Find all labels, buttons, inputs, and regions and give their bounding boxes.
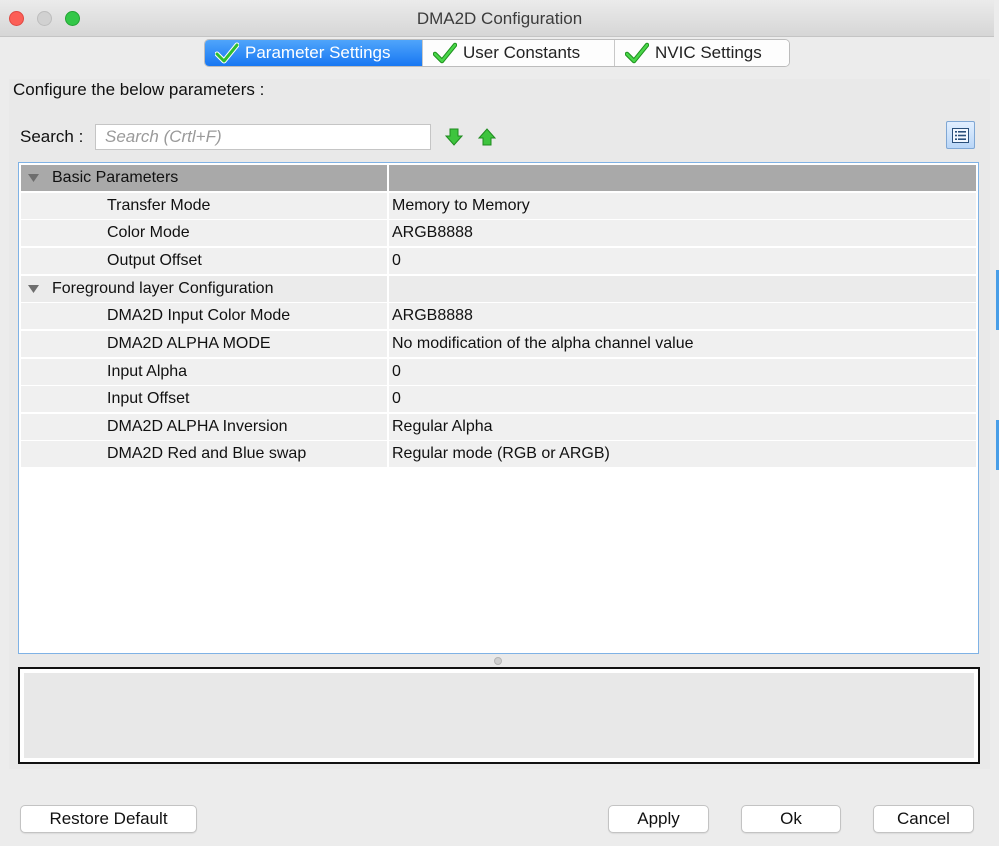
param-name: Input Alpha (21, 359, 389, 385)
window-title: DMA2D Configuration (416, 9, 583, 28)
table-row[interactable]: DMA2D Input Color Mode ARGB8888 (21, 303, 976, 330)
cancel-button[interactable]: Cancel (873, 805, 974, 833)
tab-user-constants[interactable]: User Constants (423, 40, 615, 66)
dma2d-configuration-window: DMA2D Configuration Parameter Settings U… (0, 0, 999, 846)
restore-default-button[interactable]: Restore Default (20, 805, 197, 833)
param-name: DMA2D Input Color Mode (21, 303, 389, 329)
table-row[interactable]: Transfer Mode Memory to Memory (21, 193, 976, 220)
group-name-cell: Basic Parameters (21, 165, 389, 191)
check-icon (625, 42, 649, 64)
table-row[interactable]: Output Offset 0 (21, 248, 976, 275)
param-value[interactable]: 0 (389, 248, 976, 274)
param-name: DMA2D Red and Blue swap (21, 441, 389, 467)
expand-triangle-icon[interactable] (28, 285, 39, 293)
param-value[interactable]: Regular Alpha (389, 414, 976, 440)
param-name: Output Offset (21, 248, 389, 274)
table-row[interactable]: DMA2D Red and Blue swap Regular mode (RG… (21, 441, 976, 468)
table-row[interactable]: DMA2D ALPHA Inversion Regular Alpha (21, 414, 976, 441)
group-label: Foreground layer Configuration (52, 280, 274, 297)
param-name: DMA2D ALPHA Inversion (21, 414, 389, 440)
tab-parameter-settings[interactable]: Parameter Settings (205, 40, 423, 66)
list-view-toggle-button[interactable] (946, 121, 975, 149)
param-name: Input Offset (21, 386, 389, 412)
search-previous-arrow-up-icon[interactable] (478, 128, 496, 146)
param-name: DMA2D ALPHA MODE (21, 331, 389, 357)
param-value[interactable]: 0 (389, 386, 976, 412)
search-input[interactable] (95, 124, 431, 150)
param-name: Transfer Mode (21, 193, 389, 219)
search-next-arrow-down-icon[interactable] (445, 128, 463, 146)
title-bar: DMA2D Configuration (0, 0, 999, 37)
expand-triangle-icon[interactable] (28, 174, 39, 182)
parameters-table: Basic Parameters Transfer Mode Memory to… (18, 162, 979, 654)
param-value[interactable]: Memory to Memory (389, 193, 976, 219)
table-row[interactable]: DMA2D ALPHA MODE No modification of the … (21, 331, 976, 358)
param-value[interactable]: No modification of the alpha channel val… (389, 331, 976, 357)
splitter-handle[interactable] (494, 657, 502, 665)
param-value[interactable]: 0 (389, 359, 976, 385)
tab-label: User Constants (463, 43, 581, 62)
group-value-cell (389, 165, 976, 191)
ok-button[interactable]: Ok (741, 805, 841, 833)
group-row-basic-parameters[interactable]: Basic Parameters (21, 165, 976, 192)
param-value[interactable]: ARGB8888 (389, 220, 976, 246)
tab-label: Parameter Settings (245, 43, 391, 62)
parameter-description-box (18, 667, 980, 764)
param-name: Color Mode (21, 220, 389, 246)
tab-bar: Parameter Settings User Constants NVIC S… (204, 39, 790, 67)
group-value-cell (389, 276, 976, 302)
search-label: Search : (20, 127, 84, 146)
group-row-foreground-layer-configuration[interactable]: Foreground layer Configuration (21, 276, 976, 303)
tab-nvic-settings[interactable]: NVIC Settings (615, 40, 789, 66)
group-label: Basic Parameters (52, 169, 179, 186)
param-value[interactable]: Regular mode (RGB or ARGB) (389, 441, 976, 467)
table-row[interactable]: Input Offset 0 (21, 386, 976, 413)
check-icon (215, 42, 239, 64)
table-row[interactable]: Input Alpha 0 (21, 359, 976, 386)
table-row[interactable]: Color Mode ARGB8888 (21, 220, 976, 247)
configure-instructions: Configure the below parameters : (13, 80, 265, 99)
param-value[interactable]: ARGB8888 (389, 303, 976, 329)
list-view-icon (952, 127, 969, 143)
group-name-cell: Foreground layer Configuration (21, 276, 389, 302)
tab-label: NVIC Settings (655, 43, 762, 62)
check-icon (433, 42, 457, 64)
description-area (24, 673, 974, 758)
apply-button[interactable]: Apply (608, 805, 709, 833)
